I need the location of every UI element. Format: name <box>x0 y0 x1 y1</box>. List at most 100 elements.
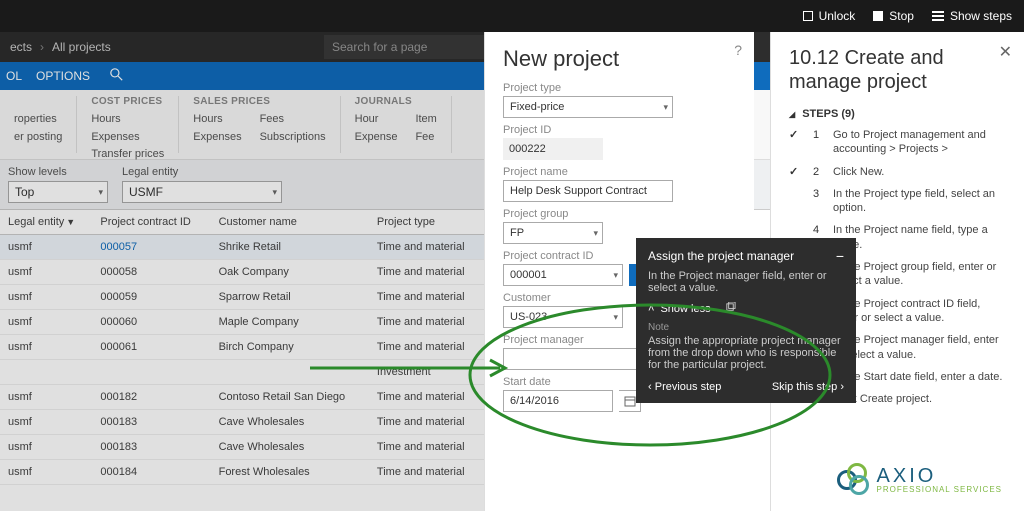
menu-item[interactable]: Expense <box>355 129 398 147</box>
unlock-label: Unlock <box>819 9 856 23</box>
filter-label: Show levels <box>8 166 108 178</box>
stop-button[interactable]: Stop <box>873 9 914 23</box>
step-number: 3 <box>813 187 823 216</box>
table-row[interactable]: usmf000183Cave WholesalesTime and materi… <box>0 435 484 460</box>
cell-customer: Birch Company <box>211 335 369 360</box>
field-label: Project ID <box>503 124 736 136</box>
field-value: 6/14/2016 <box>510 395 559 407</box>
show-steps-label: Show steps <box>950 9 1012 23</box>
menu-item[interactable]: er posting <box>14 129 62 147</box>
table-row[interactable]: usmf000057Shrike RetailTime and material <box>0 235 484 260</box>
previous-step-button[interactable]: ‹ Previous step <box>648 381 721 393</box>
project-contract-id-select[interactable]: 000001 ▾ <box>503 264 623 286</box>
menu-item[interactable]: Subscriptions <box>260 129 326 147</box>
unlock-button[interactable]: Unlock <box>803 9 856 23</box>
table-row[interactable]: usmf000060Maple CompanyTime and material <box>0 310 484 335</box>
cell-customer: Oak Company <box>211 260 369 285</box>
table-row[interactable]: usmf000061Birch CompanyTime and material <box>0 335 484 360</box>
field-value: Help Desk Support Contract <box>510 185 647 197</box>
project-type-select[interactable]: Fixed-price ▾ <box>503 96 673 118</box>
select-value: Top <box>15 185 34 199</box>
cell-contract: 000061 <box>92 335 210 360</box>
skip-step-button[interactable]: Skip this step › <box>772 381 844 393</box>
show-levels-select[interactable]: Top ▾ <box>8 181 108 203</box>
cell-type: Time and material <box>369 285 484 310</box>
menu-item[interactable]: Fee <box>415 129 436 147</box>
table-row[interactable]: Investment <box>0 360 484 385</box>
cell-entity: usmf <box>0 435 92 460</box>
menu-item[interactable]: Expenses <box>193 129 241 147</box>
search-icon[interactable] <box>110 68 123 84</box>
chevron-down-icon: ▾ <box>98 187 103 198</box>
stop-icon <box>873 11 883 21</box>
check-icon: ✓ <box>789 165 803 179</box>
menu-item[interactable]: Item <box>415 111 436 129</box>
table-row[interactable]: usmf000058Oak CompanyTime and material <box>0 260 484 285</box>
table-header[interactable]: Legal entity▼ <box>0 210 92 235</box>
minimize-icon[interactable]: − <box>836 248 844 264</box>
cell-customer: Contoso Retail San Diego <box>211 385 369 410</box>
field-value: US-023 <box>510 311 547 323</box>
project-name-input[interactable]: Help Desk Support Contract <box>503 180 673 202</box>
cell-entity: usmf <box>0 460 92 485</box>
cell-entity: usmf <box>0 235 92 260</box>
cell-type: Time and material <box>369 385 484 410</box>
menu-item[interactable]: Hour <box>355 111 398 129</box>
field-value: 000222 <box>509 143 546 155</box>
menu-item[interactable]: Transfer prices <box>91 146 164 164</box>
cell-customer <box>211 360 369 385</box>
cell-customer: Shrike Retail <box>211 235 369 260</box>
table-header[interactable]: Project type <box>369 210 484 235</box>
field-label: Project name <box>503 166 736 178</box>
menu-item[interactable]: roperties <box>14 111 62 129</box>
customer-select[interactable]: US-023 ▾ <box>503 306 623 328</box>
cell-customer: Cave Wholesales <box>211 410 369 435</box>
popup-message: In the Project manager field, enter or s… <box>648 270 844 294</box>
steps-header[interactable]: ◢ STEPS (9) <box>789 108 1006 120</box>
chevron-down-icon: ▾ <box>272 187 277 198</box>
menu-col-title: COST PRICES <box>91 96 164 107</box>
step-row[interactable]: ✓2Click New. <box>789 165 1006 179</box>
step-row[interactable]: 3In the Project type field, select an op… <box>789 187 1006 216</box>
filter-legal-entity: Legal entity USMF ▾ <box>122 166 282 203</box>
start-date-input[interactable]: 6/14/2016 <box>503 390 613 412</box>
project-id-field: 000222 <box>503 138 603 160</box>
search-input[interactable]: Search for a page <box>324 35 484 59</box>
copy-icon[interactable] <box>725 302 736 316</box>
menu-col-journals: JOURNALS Hour Expense Item Fee <box>341 96 452 153</box>
show-less-toggle[interactable]: ˄ Show less <box>648 302 844 316</box>
menu-col-title: SALES PRICES <box>193 96 325 107</box>
ribbon-tab[interactable]: OL <box>6 69 22 83</box>
table-header[interactable]: Project contract ID <box>92 210 210 235</box>
cell-customer: Cave Wholesales <box>211 435 369 460</box>
legal-entity-select[interactable]: USMF ▾ <box>122 181 282 203</box>
cell-contract <box>92 360 210 385</box>
table-row[interactable]: usmf000182Contoso Retail San DiegoTime a… <box>0 385 484 410</box>
breadcrumb-item[interactable]: All projects <box>52 40 111 54</box>
cell-contract: 000057 <box>92 235 210 260</box>
ribbon-tab-options[interactable]: OPTIONS <box>36 69 90 83</box>
table-row[interactable]: usmf000183Cave WholesalesTime and materi… <box>0 410 484 435</box>
menu-item[interactable]: Fees <box>260 111 326 129</box>
menu-item[interactable]: Expenses <box>91 129 164 147</box>
menu-item[interactable]: Hours <box>193 111 241 129</box>
guidance-popup: Assign the project manager − In the Proj… <box>636 238 856 403</box>
table-row[interactable]: usmf000184Forest WholesalesTime and mate… <box>0 460 484 485</box>
help-icon[interactable]: ? <box>734 42 742 58</box>
table-header[interactable]: Customer name <box>211 210 369 235</box>
cell-entity: usmf <box>0 310 92 335</box>
steps-title: 10.12 Create and manage project <box>789 46 1006 94</box>
cell-contract: 000182 <box>92 385 210 410</box>
step-row[interactable]: ✓1Go to Project management and accountin… <box>789 128 1006 157</box>
menu-item[interactable]: Hours <box>91 111 164 129</box>
show-steps-button[interactable]: Show steps <box>932 9 1012 23</box>
cell-type: Time and material <box>369 435 484 460</box>
breadcrumb-item[interactable]: ects <box>10 40 32 54</box>
close-icon[interactable]: ✕ <box>999 42 1012 62</box>
step-number: 2 <box>813 165 823 179</box>
step-text: In the Project group field, enter or sel… <box>833 260 1006 289</box>
table-row[interactable]: usmf000059Sparrow RetailTime and materia… <box>0 285 484 310</box>
project-group-select[interactable]: FP ▾ <box>503 222 603 244</box>
field-value: 000001 <box>510 269 547 281</box>
top-toolbar: Unlock Stop Show steps <box>0 0 1024 32</box>
